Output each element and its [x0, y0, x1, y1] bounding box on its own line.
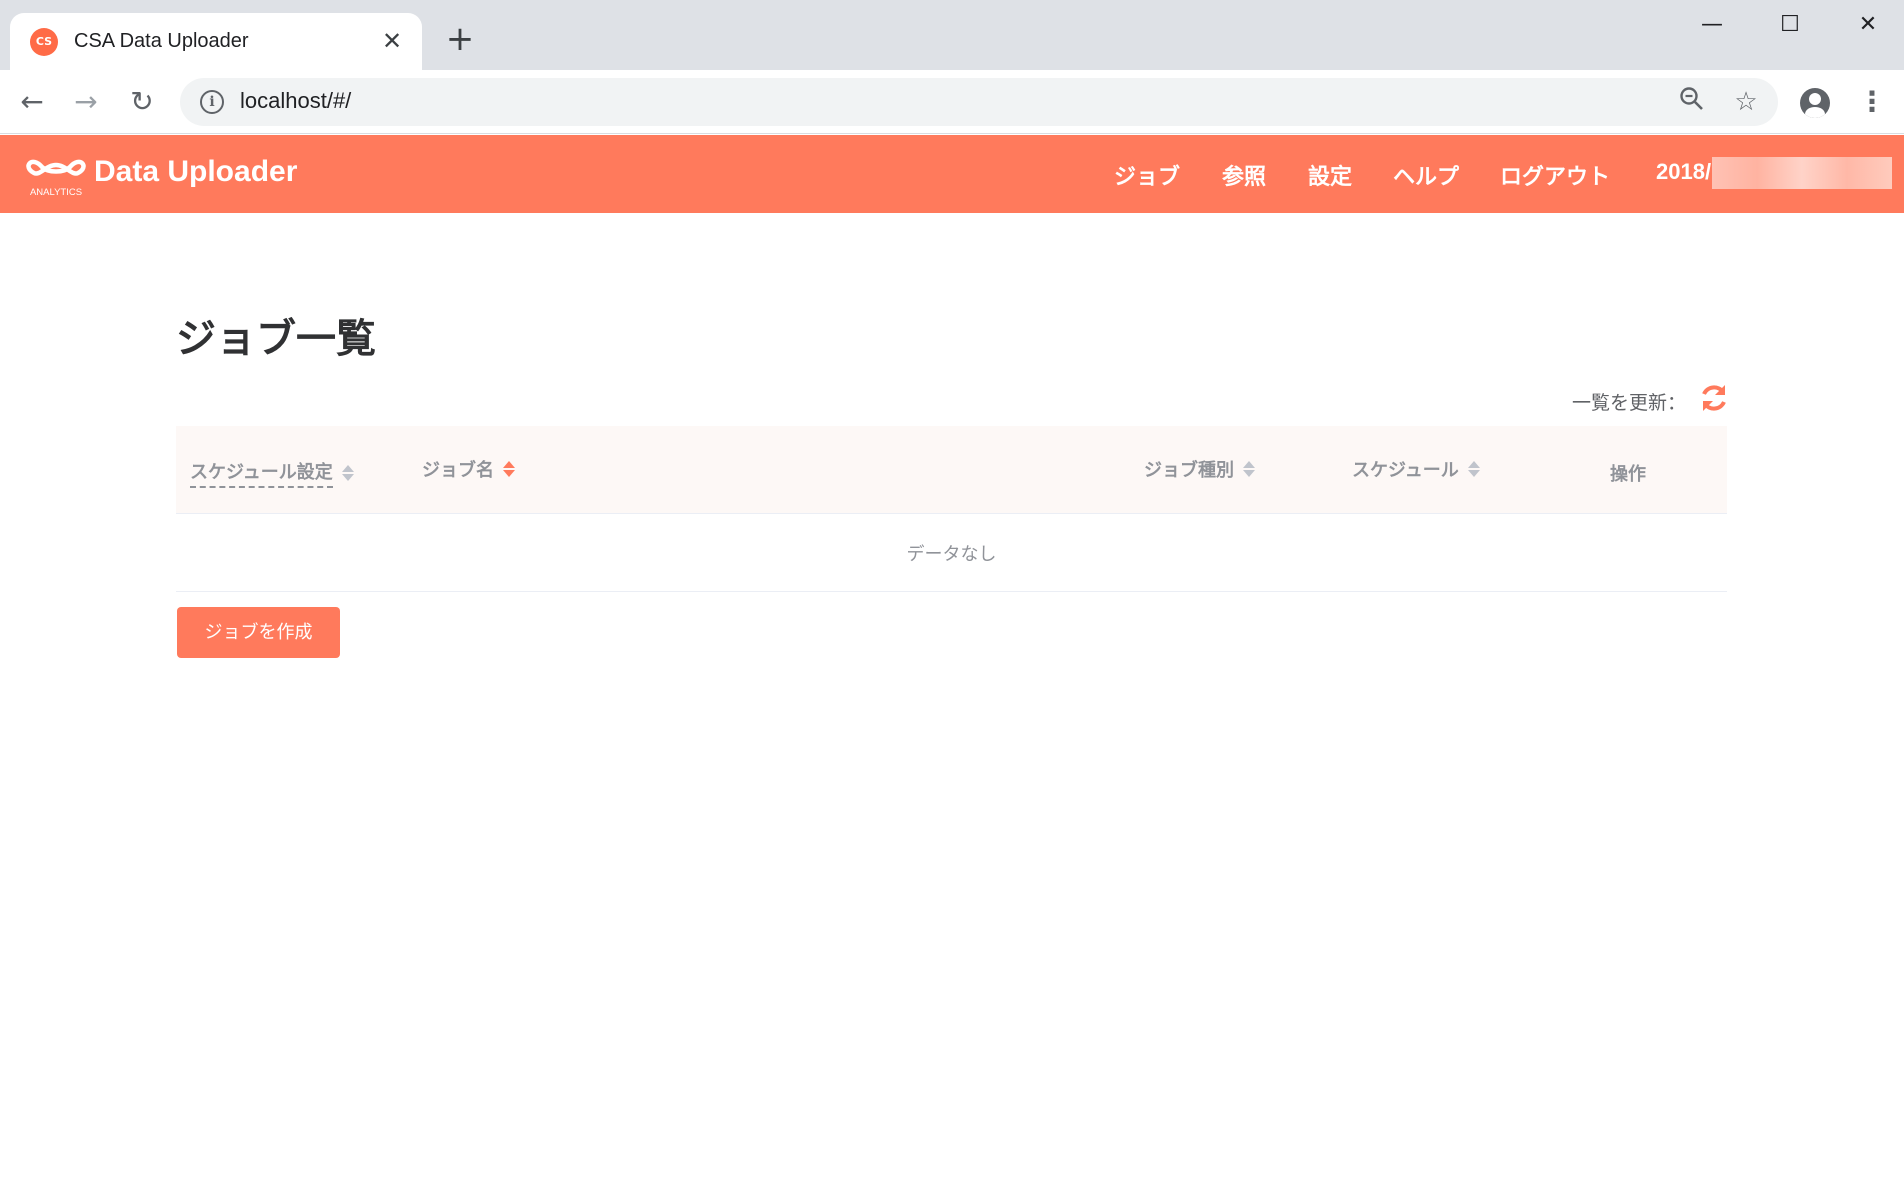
column-job-name[interactable]: ジョブ名: [422, 456, 516, 482]
browser-menu-icon[interactable]: ⋮: [1858, 84, 1886, 120]
profile-account-icon[interactable]: [1800, 88, 1830, 118]
header-date: 2018/: [1656, 159, 1712, 184]
refresh-icon[interactable]: [1698, 382, 1730, 414]
tab-favicon-icon: CS: [30, 27, 58, 56]
column-job-type[interactable]: ジョブ種別: [1144, 456, 1256, 482]
close-tab-icon[interactable]: ✕: [378, 27, 406, 55]
zoom-icon[interactable]: [1676, 86, 1708, 118]
nav-settings[interactable]: 設定: [1308, 159, 1352, 191]
column-schedule[interactable]: スケジュール: [1352, 456, 1481, 482]
sort-active-icon[interactable]: [502, 459, 516, 479]
column-schedule-setting[interactable]: スケジュール設定: [190, 458, 355, 488]
close-window-icon[interactable]: ✕: [1838, 8, 1898, 42]
svg-text:ANALYTICS: ANALYTICS: [30, 187, 82, 198]
back-icon[interactable]: ←: [14, 84, 50, 120]
create-job-button[interactable]: ジョブを作成: [177, 607, 340, 658]
address-bar[interactable]: i localhost/#/ ☆: [180, 78, 1778, 126]
nav-jobs[interactable]: ジョブ: [1114, 159, 1180, 191]
page-title: ジョブ一覧: [176, 316, 376, 362]
brand-title[interactable]: Data Uploader: [94, 155, 297, 189]
new-tab-icon[interactable]: +: [442, 22, 478, 58]
tab-title: CSA Data Uploader: [74, 30, 249, 52]
column-actions: 操作: [1610, 464, 1646, 485]
app-header: ANALYTICS Data Uploader ジョブ 参照 設定 ヘルプ ログ…: [0, 135, 1904, 213]
minimize-icon[interactable]: —: [1682, 8, 1742, 42]
nav-reference[interactable]: 参照: [1222, 159, 1266, 191]
url-text[interactable]: localhost/#/: [240, 88, 351, 114]
refresh-label: 一覧を更新：: [1572, 392, 1687, 414]
bookmark-star-icon[interactable]: ☆: [1730, 86, 1762, 118]
reload-icon[interactable]: ↻: [124, 84, 160, 120]
site-info-icon[interactable]: i: [200, 90, 224, 114]
nav-logout[interactable]: ログアウト: [1500, 159, 1610, 191]
maximize-icon[interactable]: ☐: [1760, 8, 1820, 42]
redacted-area: [1712, 157, 1892, 189]
table-empty-row: データなし: [176, 514, 1727, 592]
browser-titlebar: CS CSA Data Uploader ✕ + — ☐ ✕: [0, 0, 1904, 70]
sort-icon[interactable]: [1242, 459, 1256, 479]
table-header: スケジュール設定 ジョブ名 ジョブ種別 スケジュール 操作: [176, 426, 1727, 514]
browser-toolbar: ← → ↻ i localhost/#/ ☆ ⋮: [0, 70, 1904, 134]
nav-help[interactable]: ヘルプ: [1393, 159, 1459, 191]
empty-text: データなし: [906, 544, 997, 565]
sort-icon[interactable]: [341, 463, 355, 483]
browser-tab[interactable]: CS CSA Data Uploader ✕: [10, 13, 422, 70]
sort-icon[interactable]: [1467, 459, 1481, 479]
analytics-logo-icon: ANALYTICS: [26, 159, 86, 198]
jobs-table: スケジュール設定 ジョブ名 ジョブ種別 スケジュール 操作 データなし: [176, 426, 1727, 592]
forward-icon[interactable]: →: [68, 84, 104, 120]
